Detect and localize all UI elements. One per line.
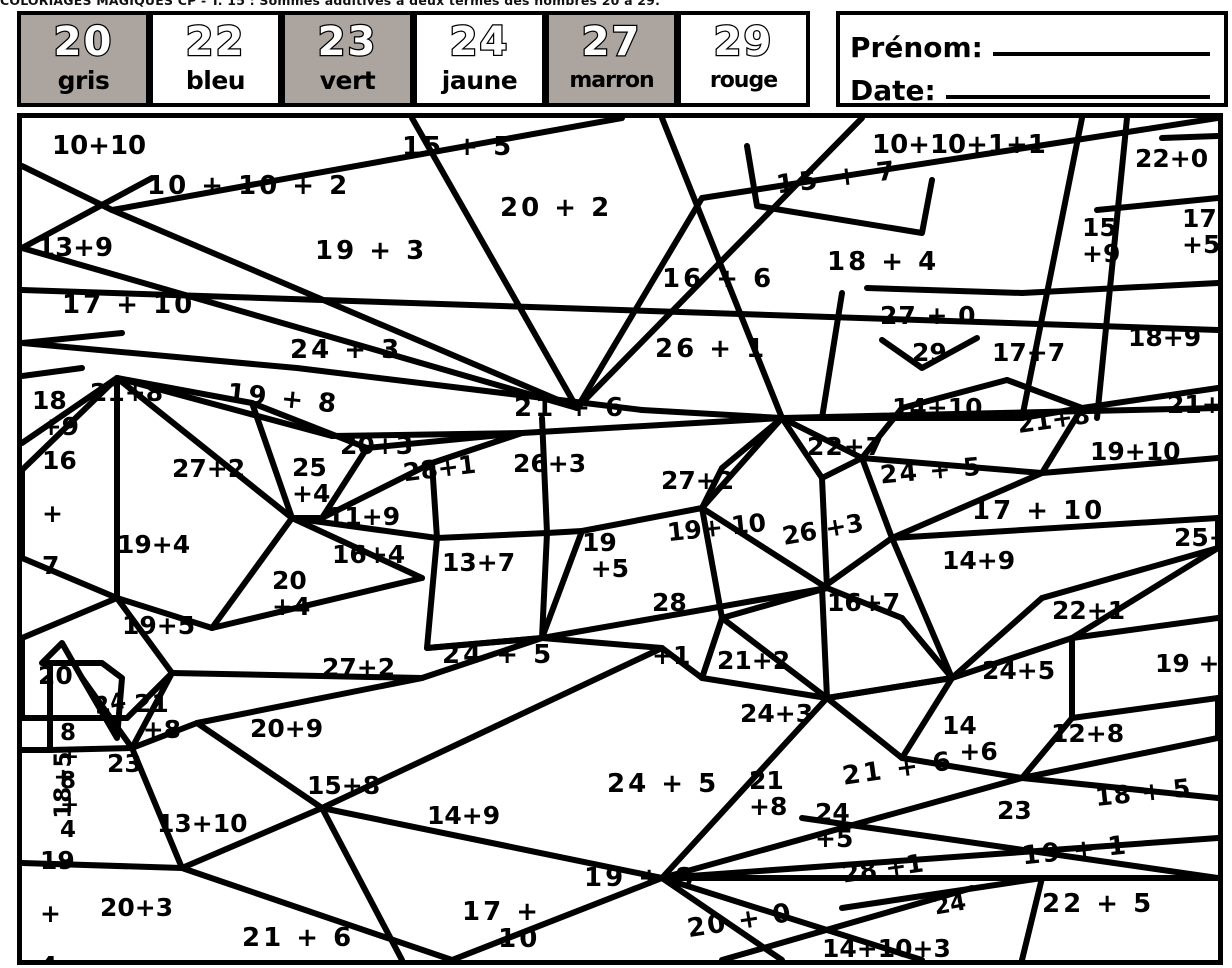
color-legend: 20 gris 22 bleu 23 vert 24 jaune 27 marr… — [17, 11, 810, 107]
worksheet-page: COLORIAGES MAGIQUES CP - T. 15 : Sommes … — [0, 0, 1232, 968]
legend-color-word: marron — [569, 68, 654, 93]
legend-color-word: bleu — [185, 66, 246, 95]
legend-number: 24 — [448, 18, 510, 67]
legend-number: 29 — [712, 18, 774, 67]
firstname-label: Prénom: — [850, 31, 983, 64]
legend-item-22[interactable]: 22 bleu — [149, 11, 282, 107]
legend-color-word: rouge — [709, 68, 778, 93]
legend-number: 22 — [184, 18, 246, 67]
date-row: Date: — [850, 64, 1214, 107]
date-input[interactable] — [945, 94, 1210, 99]
date-label: Date: — [850, 74, 936, 107]
legend-item-20[interactable]: 20 gris — [17, 11, 150, 107]
legend-item-27[interactable]: 27 marron — [545, 11, 678, 107]
puzzle-region-outlines — [22, 118, 1218, 960]
legend-color-word: gris — [57, 66, 110, 95]
legend-item-29[interactable]: 29 rouge — [677, 11, 810, 107]
legend-number: 23 — [316, 18, 378, 67]
page-title: COLORIAGES MAGIQUES CP - T. 15 : Sommes … — [0, 0, 1232, 7]
legend-color-word: jaune — [441, 66, 518, 95]
firstname-input[interactable] — [992, 51, 1210, 56]
coloring-puzzle-area[interactable]: 10+10 15 + 5 10 + 10 + 2 20 + 2 13+9 19 + 3 17… — [17, 113, 1223, 965]
legend-color-word: vert — [319, 66, 376, 95]
firstname-row: Prénom: — [850, 21, 1214, 64]
legend-number: 27 — [580, 18, 642, 67]
student-info-box: Prénom: Date: — [836, 11, 1228, 107]
legend-item-23[interactable]: 23 vert — [281, 11, 414, 107]
legend-number: 20 — [52, 18, 114, 67]
legend-item-24[interactable]: 24 jaune — [413, 11, 546, 107]
